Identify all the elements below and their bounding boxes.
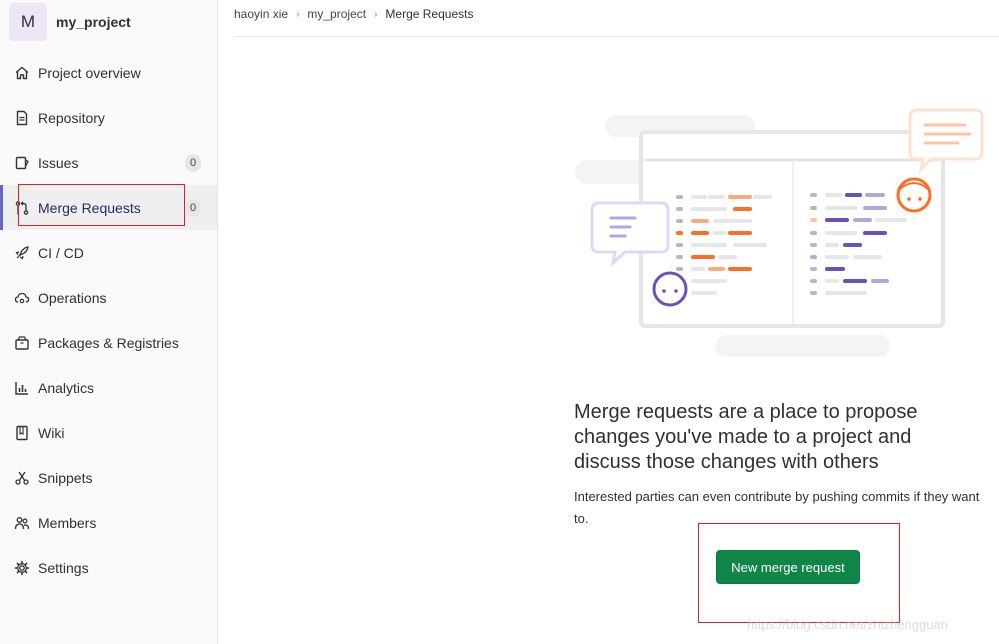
sidebar-item-snippets[interactable]: Snippets [0, 455, 217, 500]
sidebar-item-label: Issues [38, 154, 79, 171]
sidebar-item-label: Members [38, 514, 97, 531]
sidebar-item-packages-registries[interactable]: Packages & Registries [0, 320, 217, 365]
sidebar-item-settings[interactable]: Settings [0, 545, 217, 590]
sidebar-item-label: Merge Requests [38, 199, 141, 216]
sidebar-item-label: Operations [38, 289, 107, 306]
package-icon [13, 334, 31, 352]
breadcrumb-project[interactable]: my_project [307, 7, 366, 21]
settings-icon [13, 559, 31, 577]
sidebar-item-ci-cd[interactable]: CI / CD [0, 230, 217, 275]
issues-count-badge: 0 [185, 153, 201, 172]
empty-state-description: Interested parties can even contribute b… [574, 489, 980, 526]
sidebar-item-project-overview[interactable]: Project overview [0, 50, 217, 95]
sidebar-item-members[interactable]: Members [0, 500, 217, 545]
scissors-icon [13, 469, 31, 487]
document-icon [13, 109, 31, 127]
book-icon [13, 424, 31, 442]
project-avatar[interactable]: M [9, 3, 47, 41]
sidebar-item-label: Settings [38, 559, 89, 576]
merge-requests-illustration [575, 105, 990, 365]
sidebar-item-merge-requests[interactable]: Merge Requests 0 [0, 185, 217, 230]
new-merge-request-button[interactable]: New merge request [716, 550, 860, 584]
git-merge-icon [13, 199, 31, 217]
rocket-icon [13, 244, 31, 262]
home-icon [13, 64, 31, 82]
chevron-right-icon: › [296, 8, 300, 20]
sidebar-item-wiki[interactable]: Wiki [0, 410, 217, 455]
project-header[interactable]: M my_project [0, 0, 217, 44]
sidebar-item-label: Packages & Registries [38, 334, 179, 351]
sidebar-nav: Project overview Repository Issues 0 Mer… [0, 50, 217, 590]
breadcrumb-divider [234, 36, 999, 37]
sidebar-item-label: Repository [38, 109, 105, 126]
merge-requests-count-badge: 0 [185, 198, 201, 217]
issues-icon [13, 154, 31, 172]
sidebar: M my_project Project overview Repository… [0, 0, 218, 644]
sidebar-item-analytics[interactable]: Analytics [0, 365, 217, 410]
watermark: https://blog.csdn.net/zhizhengguan [747, 617, 948, 632]
sidebar-item-label: Snippets [38, 469, 93, 486]
sidebar-item-operations[interactable]: Operations [0, 275, 217, 320]
cloud-gear-icon [13, 289, 31, 307]
breadcrumb-user[interactable]: haoyin xie [234, 7, 288, 21]
breadcrumb: haoyin xie › my_project › Merge Requests [234, 7, 473, 21]
sidebar-item-label: CI / CD [38, 244, 84, 261]
empty-state-title: Merge requests are a place to propose ch… [574, 401, 918, 473]
sidebar-item-label: Project overview [38, 64, 141, 81]
sidebar-item-label: Analytics [38, 379, 95, 396]
sidebar-item-repository[interactable]: Repository [0, 95, 217, 140]
chevron-right-icon: › [374, 8, 378, 20]
breadcrumb-current[interactable]: Merge Requests [385, 7, 473, 21]
project-name[interactable]: my_project [56, 14, 131, 30]
chart-icon [13, 379, 31, 397]
sidebar-item-label: Wiki [38, 424, 65, 441]
users-icon [13, 514, 31, 532]
sidebar-item-issues[interactable]: Issues 0 [0, 140, 217, 185]
